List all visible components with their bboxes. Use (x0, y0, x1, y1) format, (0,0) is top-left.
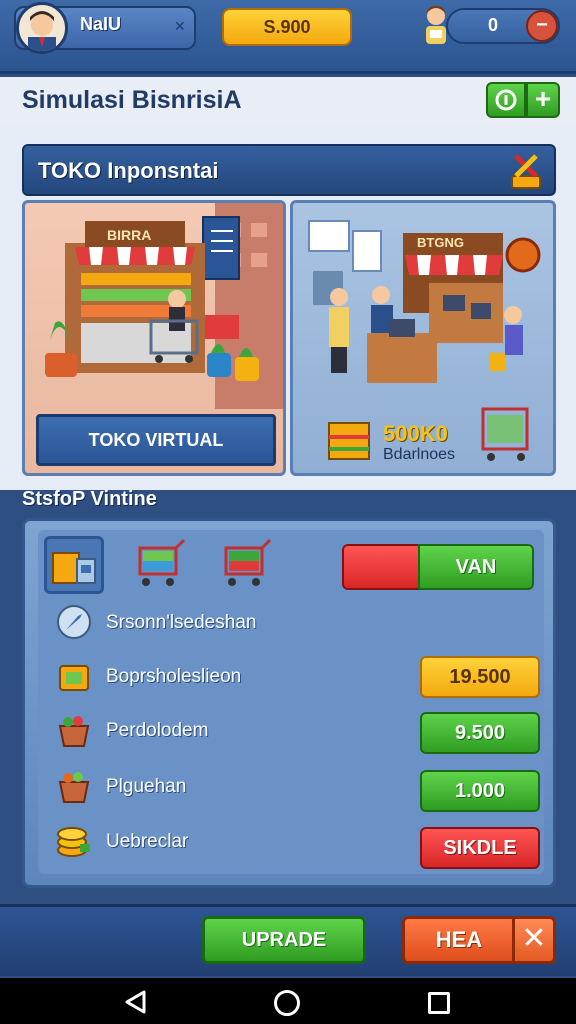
toggle-van-button[interactable]: VAN (418, 544, 534, 590)
store-sign-text: BIRRA (107, 227, 151, 243)
shopping-cart-icon (138, 538, 186, 586)
info-button[interactable] (486, 82, 526, 118)
counter-value: 0 (488, 15, 499, 35)
store-title: TOKO Inponsntai (38, 158, 219, 183)
stat-value-button-4[interactable]: 1.000 (420, 770, 540, 812)
player-name: NaIU (80, 14, 122, 34)
close-button[interactable]: ✕ (512, 916, 556, 964)
category-crate-tab[interactable] (44, 536, 104, 594)
back-icon[interactable] (124, 990, 148, 1014)
store-price-label: Bdarlnoes (383, 446, 456, 463)
hea-button[interactable]: HEA (402, 916, 516, 964)
produce-basket-icon (58, 716, 90, 747)
page-title: Simulasi BisnrisiA (22, 86, 242, 114)
category-cart-tab-2[interactable] (218, 536, 278, 594)
category-cart-tab-1[interactable] (132, 536, 192, 594)
stat-label-2: Boprsholeslieon (106, 666, 242, 687)
stat-value-button-2[interactable]: 19.500 (420, 656, 540, 698)
stat-value-button-5[interactable]: SIKDLE (420, 827, 540, 869)
stat-label-1: Srsonn'lsedeshan (106, 612, 257, 633)
shopping-cart-icon (224, 538, 272, 586)
section-title: StsfoP Vintine (22, 488, 157, 510)
stat-label-4: Plguehan (106, 776, 187, 797)
upgrade-button[interactable]: UPRADE (202, 916, 366, 964)
coin-balance[interactable]: S.900 (222, 8, 352, 46)
stat-label-5: Uebreclar (106, 831, 189, 852)
tools-icon[interactable] (508, 152, 544, 190)
store-price-value: 500K0 (383, 421, 448, 446)
crate-cart-icon (52, 552, 96, 584)
recent-apps-icon[interactable] (428, 992, 450, 1014)
store-sign-text-2: BTGNG (417, 235, 464, 250)
pill-close-icon[interactable]: ✕ (174, 18, 186, 35)
coin-stack-icon (57, 827, 90, 857)
virtual-store-illustration: BIRRA (45, 203, 283, 409)
crate-icon (59, 665, 89, 691)
fruit-basket-icon (58, 772, 90, 803)
compass-icon (57, 605, 91, 639)
add-button[interactable]: + (526, 82, 560, 118)
stat-value-button-3[interactable]: 9.500 (420, 712, 540, 754)
info-icon (495, 89, 517, 111)
player-avatar[interactable] (16, 2, 68, 54)
shopkeeper-icon (426, 6, 446, 44)
minus-button[interactable]: − (526, 10, 558, 42)
home-icon[interactable] (274, 990, 300, 1016)
stat-label-3: Perdolodem (106, 720, 209, 741)
toggle-off-segment[interactable] (342, 544, 422, 590)
virtual-store-button[interactable]: TOKO VIRTUAL (36, 414, 276, 466)
